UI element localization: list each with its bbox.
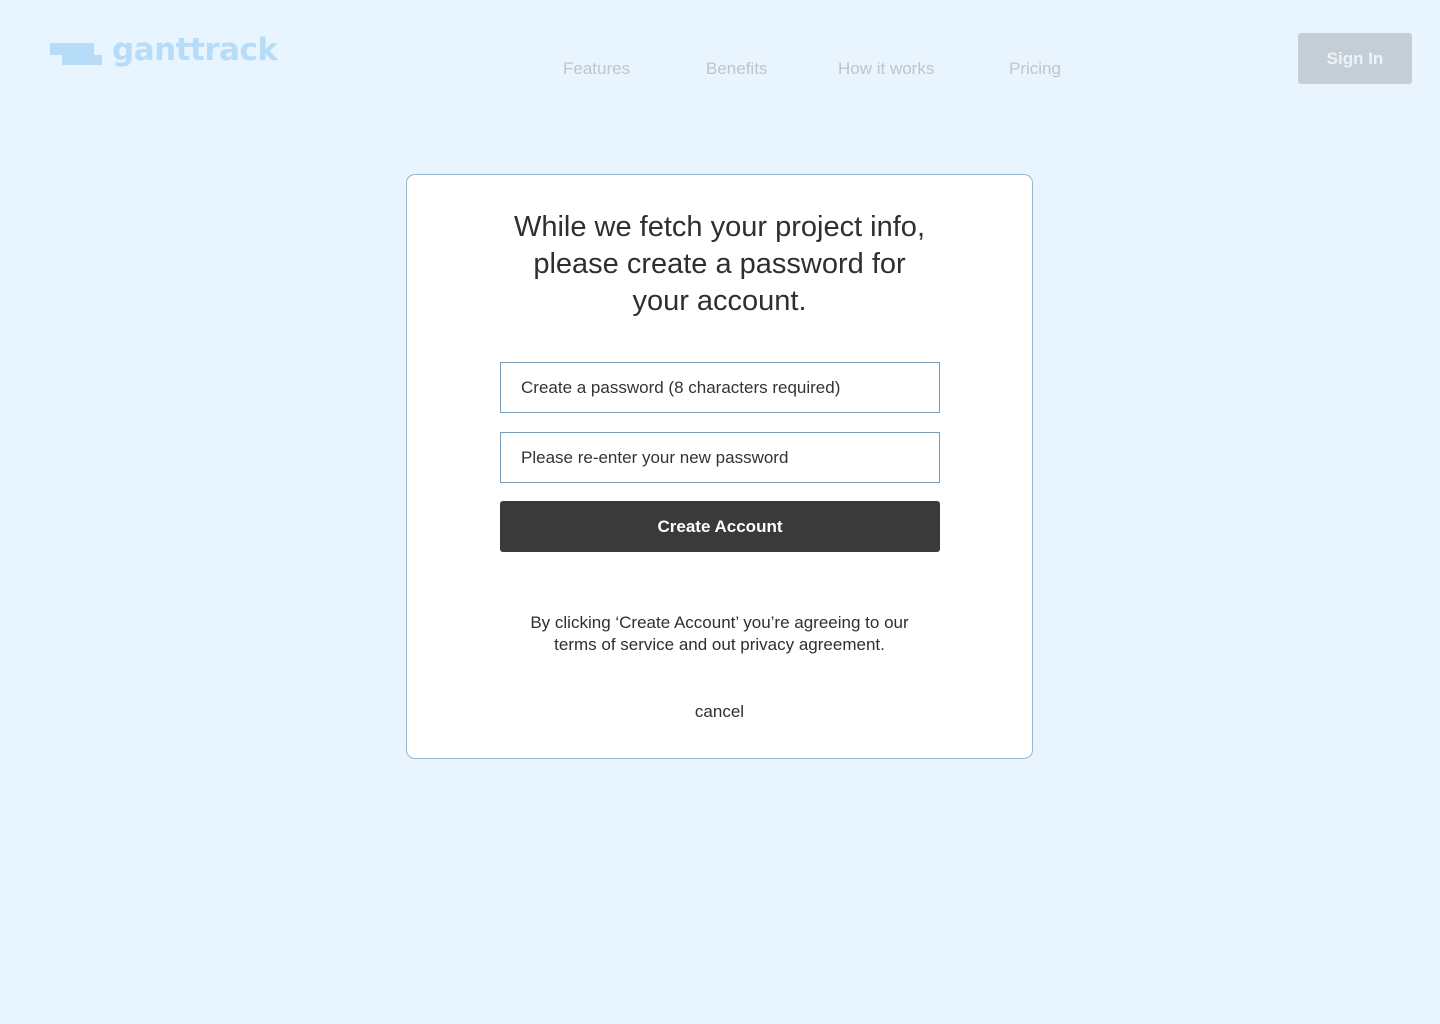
card-title-line-2: please create a password for — [533, 248, 906, 280]
nav-link-features[interactable]: Features — [563, 58, 630, 80]
create-password-card: While we fetch your project info, please… — [406, 174, 1033, 759]
ganttrack-logo[interactable]: ganttrack — [48, 30, 278, 70]
card-title-line-3: your account. — [632, 285, 807, 317]
site-header: ganttrack Features Benefits How it works… — [0, 0, 1440, 110]
nav-link-benefits[interactable]: Benefits — [706, 58, 767, 80]
sign-in-button[interactable]: Sign In — [1298, 33, 1412, 84]
logo-bar-top — [50, 43, 94, 55]
logo-text: ganttrack — [112, 32, 278, 68]
card-title: While we fetch your project info, please… — [407, 209, 1032, 320]
terms-notice: By clicking ‘Create Account’ you’re agre… — [530, 613, 909, 654]
logo-bar-bottom — [62, 55, 102, 65]
gantt-bars-icon — [48, 35, 102, 65]
confirm-password-field[interactable] — [500, 432, 940, 483]
cancel-link[interactable]: cancel — [407, 701, 1032, 723]
password-field[interactable] — [500, 362, 940, 413]
create-account-button[interactable]: Create Account — [500, 501, 940, 552]
nav-link-how-it-works[interactable]: How it works — [838, 58, 934, 80]
nav-link-pricing[interactable]: Pricing — [1009, 58, 1061, 80]
card-title-line-1: While we fetch your project info, — [513, 211, 925, 243]
